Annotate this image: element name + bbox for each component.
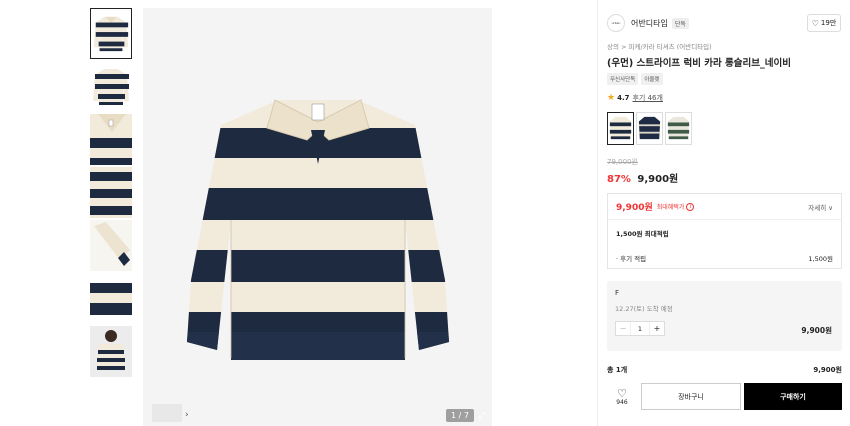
sale-price-row: 87% 9,900원 [607,170,678,185]
wishlist-count: 946 [616,398,628,406]
buy-now-button[interactable]: 구매하기 [744,383,842,410]
tag-outlet: 아울렛 [641,73,663,85]
option-name: F [615,289,620,297]
discount-rate: 87% [607,174,631,185]
rating-score: 4.7 [617,94,630,102]
increase-button[interactable]: + [650,322,664,335]
thumbnail-4[interactable] [90,167,132,218]
thumbnail-3[interactable] [90,114,132,165]
info-icon[interactable]: i [686,202,695,211]
max-points-row: 1,500원 최대적립 [608,220,841,245]
decrease-button[interactable]: − [616,322,630,335]
hem-detail-thumb-image [90,273,132,324]
add-to-cart-button[interactable]: 장바구니 [641,383,741,410]
max-points-label: 1,500원 최대적립 [616,229,669,238]
thumbnail-5[interactable] [90,220,132,271]
striped-rugby-sweater-image [187,99,449,360]
brand-row[interactable]: urban 어반디타입 단독 [607,14,689,32]
expand-icon[interactable]: ⤢ [476,410,488,422]
total-row: 총 1개 9,900원 [607,365,842,375]
benefit-detail-toggle[interactable]: 자세히 ∨ [808,202,833,212]
brand-like-count: 19만 [820,19,837,27]
star-icon: ★ [607,93,616,103]
selected-option-box: F 12.27(토) 도착 예정 − 1 + 9,900원 [607,281,842,351]
model-thumb-image [90,326,132,377]
swatch-navy-solid-image [637,113,662,144]
thumbnail-2[interactable] [90,61,132,112]
total-value: 9,900원 [813,366,842,374]
brand-logo: urban [607,14,625,32]
rating: ★ 4.7 후기 46개 [607,93,663,103]
wishlist-button[interactable]: ♡ 946 [607,383,637,410]
thumbnail-1[interactable] [90,8,132,59]
swatch-navy[interactable] [607,112,634,145]
sale-price: 9,900원 [637,174,679,185]
option-price: 9,900원 [801,326,832,335]
color-swatches [607,112,694,145]
swatch-navy-solid[interactable] [636,112,663,145]
collar-detail-thumb-image [90,114,132,165]
thumbnail-6[interactable] [90,273,132,324]
product-info-panel: urban 어반디타입 단독 ♡ 19만 상의 > 피케/카라 티셔츠 (어반디… [597,0,850,426]
collar-close-thumb-image [90,220,132,271]
main-product-image[interactable]: › 1 / 7 ⤢ [143,8,492,426]
thumbnail-list [90,8,132,379]
benefit-label: 최대혜택가 [656,204,685,211]
review-link[interactable]: 후기 46개 [632,93,662,103]
variant-preview[interactable] [152,404,182,422]
max-benefit-box: 9,900원 최대혜택가 i 자세히 ∨ 1,500원 최대적립 · 후기 적립… [607,193,842,269]
exclusive-badge: 단독 [671,17,689,29]
purchase-bar: ♡ 946 장바구니 구매하기 [607,383,842,410]
product-title: (우먼) 스트라이프 럭비 카라 롱슬리브_네이비 [607,58,791,69]
thumbnail-7[interactable] [90,326,132,377]
chevron-right-icon[interactable]: › [185,410,189,420]
product-tags: 무신사단독 아울렛 [607,73,666,85]
review-points-row: · 후기 적립 1,500원 [608,245,841,270]
breadcrumb[interactable]: 상의 > 피케/카라 티셔츠 (어반디타입) [607,41,712,51]
benefit-price: 9,900원 [616,203,653,213]
original-price: 79,000원 [607,158,638,166]
benefit-header: 9,900원 최대혜택가 i 자세히 ∨ [608,194,841,220]
sweater-back-thumb-image [90,61,132,112]
total-label: 총 1개 [607,366,628,374]
quantity-value[interactable]: 1 [630,322,650,335]
swatch-green[interactable] [665,112,692,145]
brand-name[interactable]: 어반디타입 [631,18,668,29]
fabric-detail-thumb-image [90,167,132,218]
swatch-green-image [666,113,691,144]
brand-like-button[interactable]: ♡ 19만 [807,14,841,32]
review-points-value: 1,500원 [808,254,833,263]
sweater-front-thumb-image [91,9,131,58]
tag-exclusive: 무신사단독 [607,73,639,85]
heart-icon: ♡ [811,18,819,28]
review-points-label: · 후기 적립 [616,254,647,263]
heart-icon: ♡ [617,386,627,400]
swatch-navy-image [608,113,633,144]
image-counter: 1 / 7 [446,409,474,422]
quantity-stepper: − 1 + [615,321,665,336]
shipping-estimate: 12.27(토) 도착 예정 [615,305,673,313]
